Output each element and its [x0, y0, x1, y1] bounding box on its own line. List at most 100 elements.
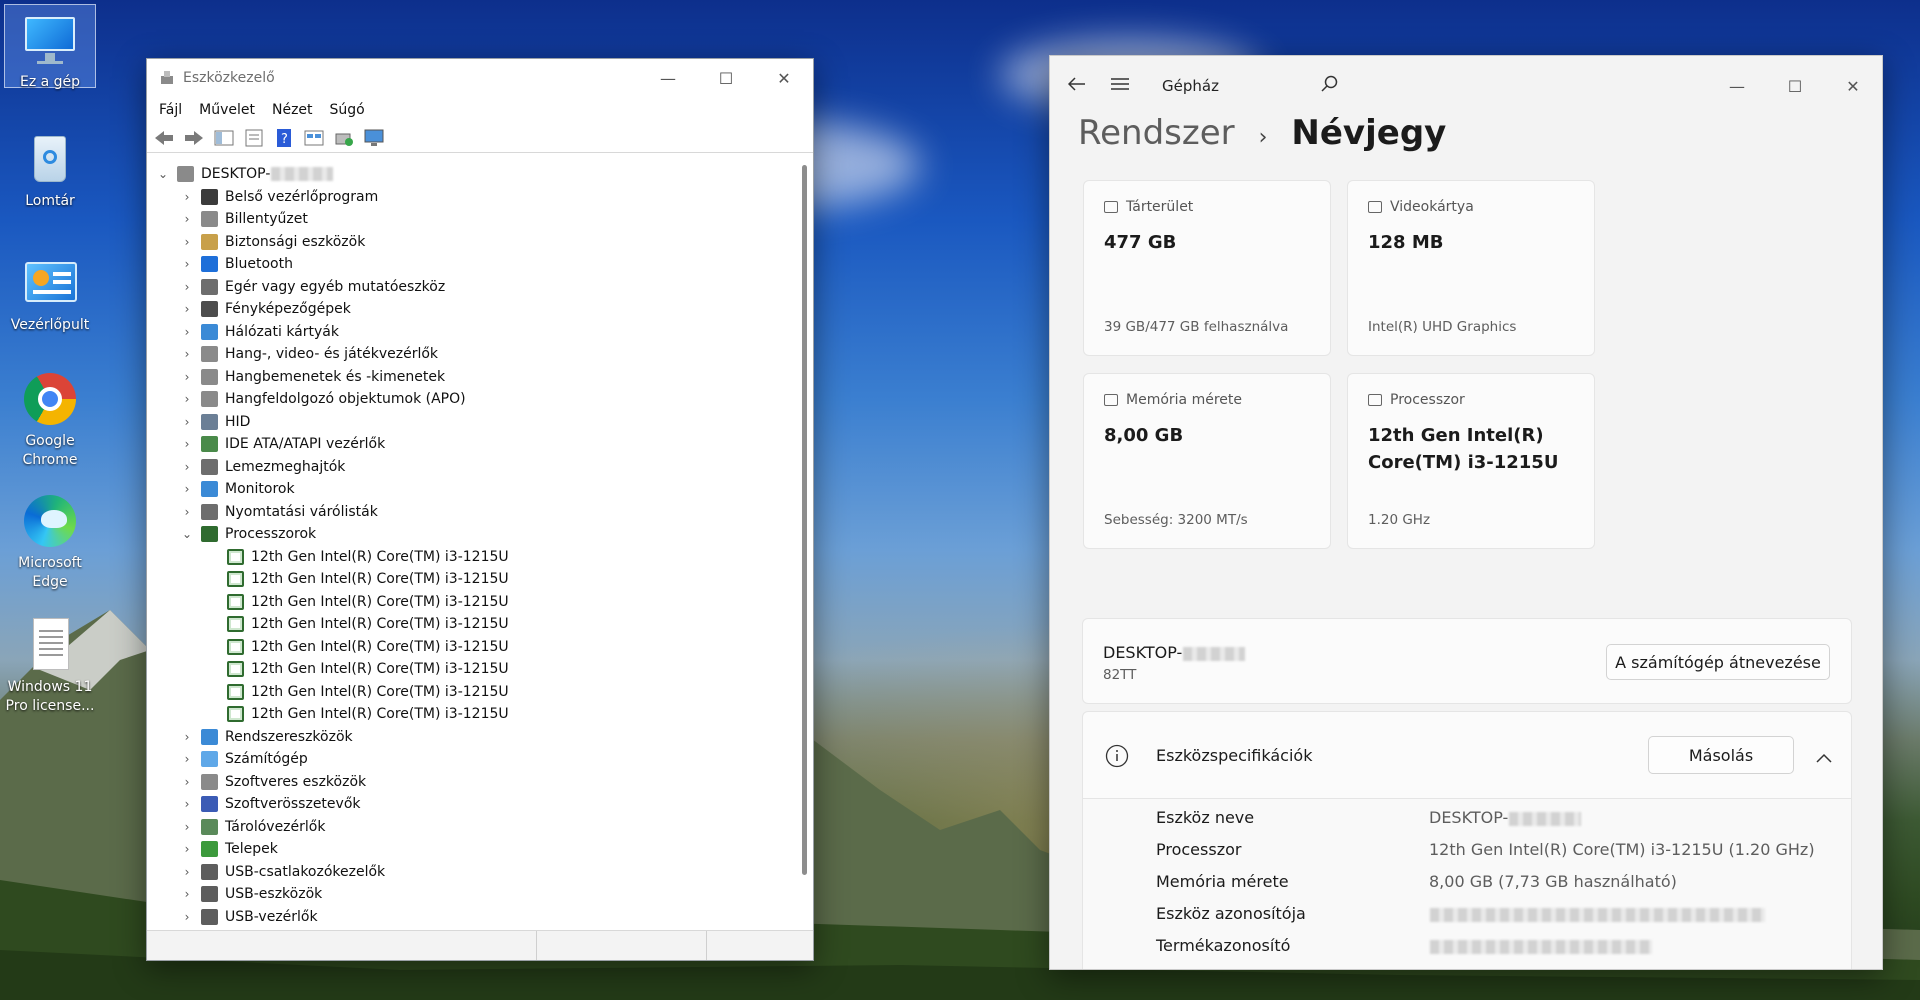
- show-hide-console-tree-icon[interactable]: [213, 128, 235, 148]
- breadcrumb-parent[interactable]: Rendszer: [1078, 113, 1235, 153]
- desktop-icon-license-file[interactable]: Windows 11 Pro license...: [4, 610, 96, 716]
- search-icon[interactable]: [1321, 75, 1339, 97]
- menu-action[interactable]: Művelet: [199, 102, 255, 118]
- tree-category[interactable]: › Hangfeldolgozó objektumok (APO): [151, 388, 795, 411]
- properties-icon[interactable]: [243, 128, 265, 148]
- close-icon[interactable]: ✕: [755, 69, 813, 88]
- window-title: Eszközkezelő: [183, 70, 275, 86]
- device-manager-titlebar[interactable]: Eszközkezelő — ☐ ✕: [147, 59, 813, 97]
- maximize-icon[interactable]: ☐: [697, 69, 755, 88]
- update-driver-icon[interactable]: [333, 128, 355, 148]
- menu-file[interactable]: Fájl: [159, 102, 182, 118]
- desktop-icon-control-panel[interactable]: Vezérlőpult: [4, 248, 96, 335]
- memory-card[interactable]: Memória mérete 8,00 GB Sebesség: 3200 MT…: [1083, 373, 1331, 549]
- chevron-down-icon[interactable]: ⌄: [181, 527, 193, 541]
- help-icon[interactable]: ?: [273, 128, 295, 148]
- chevron-right-icon[interactable]: ›: [181, 910, 193, 924]
- chevron-right-icon[interactable]: ›: [181, 280, 193, 294]
- menu-help[interactable]: Súgó: [330, 102, 365, 118]
- tree-category[interactable]: › USB-csatlakozókezelők: [151, 861, 795, 884]
- chevron-right-icon[interactable]: ›: [181, 212, 193, 226]
- chevron-right-icon[interactable]: ›: [181, 460, 193, 474]
- view-icon[interactable]: [303, 128, 325, 148]
- tree-device[interactable]: 12th Gen Intel(R) Core(TM) i3-1215U: [151, 681, 795, 704]
- chevron-right-icon[interactable]: ›: [181, 820, 193, 834]
- copy-button[interactable]: Másolás: [1648, 736, 1794, 774]
- menu-view[interactable]: Nézet: [272, 102, 313, 118]
- gpu-card[interactable]: Videokártya 128 MB Intel(R) UHD Graphics: [1347, 180, 1595, 356]
- chevron-right-icon[interactable]: ›: [181, 302, 193, 316]
- tree-device[interactable]: 12th Gen Intel(R) Core(TM) i3-1215U: [151, 703, 795, 726]
- chevron-right-icon[interactable]: ›: [181, 370, 193, 384]
- tree-category[interactable]: › Hangbemenetek és -kimenetek: [151, 366, 795, 389]
- chevron-right-icon[interactable]: ›: [181, 752, 193, 766]
- chevron-right-icon[interactable]: ›: [181, 775, 193, 789]
- tree-category[interactable]: › Lemezmeghajtók: [151, 456, 795, 479]
- back-arrow-icon[interactable]: [153, 128, 175, 148]
- chevron-right-icon[interactable]: ›: [181, 257, 193, 271]
- tree-category[interactable]: › Telepek: [151, 838, 795, 861]
- chevron-right-icon[interactable]: ›: [181, 865, 193, 879]
- minimize-icon[interactable]: —: [639, 69, 697, 88]
- chevron-right-icon[interactable]: ›: [181, 482, 193, 496]
- tree-device[interactable]: 12th Gen Intel(R) Core(TM) i3-1215U: [151, 568, 795, 591]
- forward-arrow-icon[interactable]: [183, 128, 205, 148]
- chevron-right-icon[interactable]: ›: [181, 190, 193, 204]
- desktop-icon-recycle-bin[interactable]: Lomtár: [4, 124, 96, 211]
- chevron-right-icon[interactable]: ›: [181, 437, 193, 451]
- rename-pc-button[interactable]: A számítógép átnevezése: [1606, 644, 1830, 680]
- tree-category[interactable]: › Egér vagy egyéb mutatóeszköz: [151, 276, 795, 299]
- desktop-icon-edge[interactable]: Microsoft Edge: [4, 486, 96, 592]
- chevron-right-icon[interactable]: ›: [181, 797, 193, 811]
- chevron-right-icon[interactable]: ›: [181, 415, 193, 429]
- tree-device[interactable]: 12th Gen Intel(R) Core(TM) i3-1215U: [151, 546, 795, 569]
- tree-device[interactable]: 12th Gen Intel(R) Core(TM) i3-1215U: [151, 658, 795, 681]
- tree-category[interactable]: › Belső vezérlőprogram: [151, 186, 795, 209]
- scrollbar[interactable]: [802, 165, 807, 875]
- minimize-icon[interactable]: —: [1708, 77, 1766, 96]
- close-icon[interactable]: ✕: [1824, 77, 1882, 96]
- chevron-right-icon[interactable]: ›: [181, 505, 193, 519]
- back-arrow-icon[interactable]: [1067, 77, 1086, 95]
- tree-category[interactable]: › Nyomtatási várólisták: [151, 501, 795, 524]
- chevron-right-icon[interactable]: ›: [181, 392, 193, 406]
- tree-device[interactable]: 12th Gen Intel(R) Core(TM) i3-1215U: [151, 613, 795, 636]
- tree-category[interactable]: › Szoftverösszetevők: [151, 793, 795, 816]
- tree-category[interactable]: › Monitorok: [151, 478, 795, 501]
- tree-category[interactable]: › Bluetooth: [151, 253, 795, 276]
- chevron-right-icon[interactable]: ›: [181, 887, 193, 901]
- hamburger-menu-icon[interactable]: [1110, 77, 1130, 95]
- tree-device[interactable]: 12th Gen Intel(R) Core(TM) i3-1215U: [151, 636, 795, 659]
- desktop-icon-this-pc[interactable]: Ez a gép: [4, 4, 96, 90]
- tree-category[interactable]: › USB-eszközök: [151, 883, 795, 906]
- tree-category[interactable]: › Billentyűzet: [151, 208, 795, 231]
- chevron-up-icon[interactable]: [1816, 748, 1832, 767]
- tree-category[interactable]: › HID: [151, 411, 795, 434]
- tree-category[interactable]: › Hálózati kártyák: [151, 321, 795, 344]
- desktop-icon-chrome[interactable]: Google Chrome: [4, 364, 96, 470]
- storage-card[interactable]: Tárterület 477 GB 39 GB/477 GB felhaszná…: [1083, 180, 1331, 356]
- tree-category[interactable]: › USB-vezérlők: [151, 906, 795, 929]
- tree-category[interactable]: › Tárolóvezérlők: [151, 816, 795, 839]
- maximize-icon[interactable]: ☐: [1766, 77, 1824, 96]
- tree-root[interactable]: ⌄ DESKTOP-: [151, 163, 795, 186]
- tree-device[interactable]: 12th Gen Intel(R) Core(TM) i3-1215U: [151, 591, 795, 614]
- tree-category[interactable]: › Fényképezőgépek: [151, 298, 795, 321]
- tree-category[interactable]: › Szoftveres eszközök: [151, 771, 795, 794]
- settings-titlebar[interactable]: Gépház — ☐ ✕: [1050, 56, 1882, 116]
- processor-card[interactable]: Processzor 12th Gen Intel(R) Core(TM) i3…: [1347, 373, 1595, 549]
- chevron-right-icon[interactable]: ›: [181, 842, 193, 856]
- chevron-right-icon[interactable]: ›: [181, 730, 193, 744]
- tree-category[interactable]: › Számítógép: [151, 748, 795, 771]
- tree-category[interactable]: › IDE ATA/ATAPI vezérlők: [151, 433, 795, 456]
- tree-category[interactable]: › Hang-, video- és játékvezérlők: [151, 343, 795, 366]
- tree-category[interactable]: › Biztonsági eszközök: [151, 231, 795, 254]
- scan-hardware-icon[interactable]: [363, 128, 385, 148]
- chevron-right-icon[interactable]: ›: [181, 325, 193, 339]
- chevron-down-icon[interactable]: ⌄: [157, 167, 169, 181]
- tree-category[interactable]: › Rendszereszközök: [151, 726, 795, 749]
- specs-header[interactable]: Eszközspecifikációk Másolás: [1082, 711, 1852, 799]
- chevron-right-icon[interactable]: ›: [181, 235, 193, 249]
- chevron-right-icon[interactable]: ›: [181, 347, 193, 361]
- tree-category[interactable]: ⌄ Processzorok: [151, 523, 795, 546]
